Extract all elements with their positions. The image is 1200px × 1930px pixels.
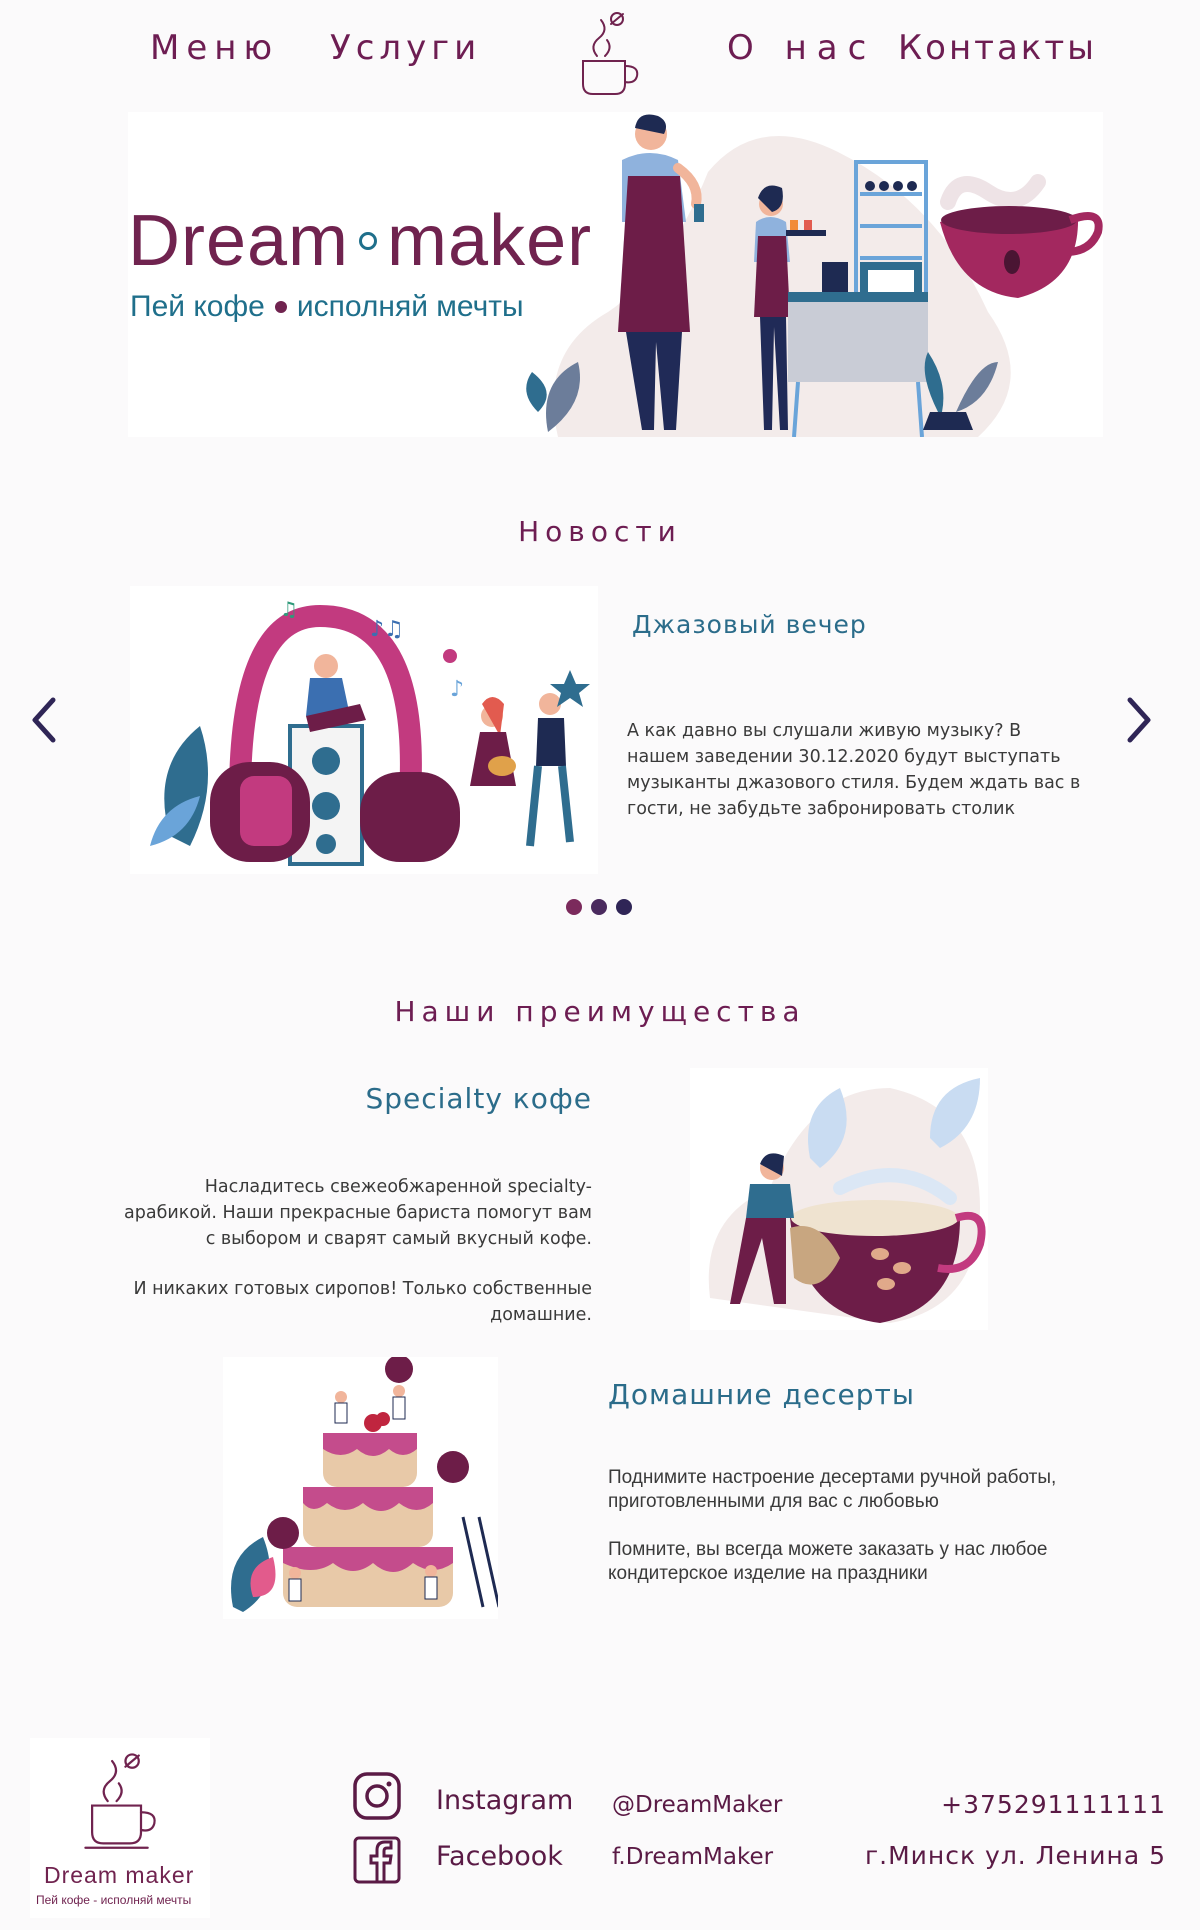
instagram-icon[interactable] — [352, 1771, 402, 1821]
news-item-heading: Джазовый вечер — [632, 610, 867, 639]
nav-services[interactable]: Услуги — [330, 28, 481, 68]
news-title: Новости — [518, 515, 682, 548]
advantage-desserts-paragraph-2: Помните, вы всегда можете заказать у нас… — [608, 1539, 1048, 1584]
carousel-dot-1[interactable] — [566, 899, 582, 915]
slogan-dot — [274, 301, 287, 313]
footer-logo-slogan: Пей кофе - исполняй мечты — [36, 1893, 192, 1907]
advantages-title: Наши преимущества — [394, 995, 806, 1028]
baristas-illustration — [526, 114, 1103, 437]
facebook-icon[interactable] — [352, 1835, 402, 1885]
chevron-left-icon[interactable] — [25, 690, 65, 750]
brand-ring-mark — [359, 232, 378, 250]
news-item-text: А как давно вы слушали живую музыку? В н… — [627, 721, 1081, 819]
brand-title-left: Dream — [128, 201, 350, 281]
footer-logo-name: Dream maker — [44, 1862, 195, 1888]
advantage-coffee-paragraph-1: Насладитесь свежеобжаренной specialty-ар… — [124, 1177, 592, 1249]
address: г.Минск ул. Ленина 5 — [865, 1841, 1166, 1870]
layered-cake-illustration — [223, 1357, 498, 1619]
svg-text:♪: ♪ — [450, 677, 464, 702]
svg-text:♫: ♫ — [280, 597, 298, 621]
instagram-handle[interactable]: @DreamMaker — [612, 1792, 782, 1818]
brand-slogan: Пей кофе исполняй мечты — [130, 290, 524, 324]
advantage-coffee-text: Насладитесь свежеобжаренной specialty-ар… — [120, 1174, 592, 1328]
footer-logo[interactable]: Dream maker Пей кофе - исполняй мечты — [30, 1738, 210, 1918]
phone-number: +375291111111 — [941, 1790, 1166, 1819]
facebook-link[interactable]: Facebook — [436, 1841, 563, 1872]
chevron-right-icon[interactable] — [1118, 690, 1158, 750]
advantage-desserts-paragraph-1: Поднимите настроение десертами ручной ра… — [608, 1467, 1057, 1512]
carousel-dot-2[interactable] — [591, 899, 607, 915]
nav-contacts[interactable]: Контакты — [898, 28, 1097, 68]
advantage-desserts-text: Поднимите настроение десертами ручной ра… — [608, 1466, 1078, 1586]
facebook-handle[interactable]: f.DreamMaker — [612, 1844, 773, 1870]
advantage-desserts-heading: Домашние десерты — [608, 1378, 915, 1411]
advantage-coffee-heading: Specialty кофе — [365, 1082, 592, 1115]
svg-text:♪♫: ♪♫ — [370, 617, 404, 642]
carousel-dots — [566, 899, 632, 915]
coffee-cup-logo-icon — [84, 1753, 156, 1849]
top-navigation: Меню Услуги О нас Контакты — [0, 0, 1200, 105]
nav-about[interactable]: О нас — [727, 28, 876, 68]
nav-menu[interactable]: Меню — [150, 28, 279, 68]
jazz-evening-illustration: ♪♫ ♫ ♪ — [130, 586, 598, 874]
advantage-coffee-paragraph-2: И никаких готовых сиропов! Только собств… — [133, 1279, 592, 1325]
slogan-right: исполняй мечты — [296, 290, 524, 323]
carousel-dot-3[interactable] — [616, 899, 632, 915]
instagram-link[interactable]: Instagram — [436, 1785, 573, 1816]
coffee-cup-logo-icon[interactable] — [563, 6, 643, 96]
coffee-cup-woman-illustration — [690, 1068, 988, 1330]
slogan-left: Пей кофе — [130, 290, 265, 323]
hero-banner: Dream maker Пей кофе исполняй мечты — [128, 112, 1103, 437]
